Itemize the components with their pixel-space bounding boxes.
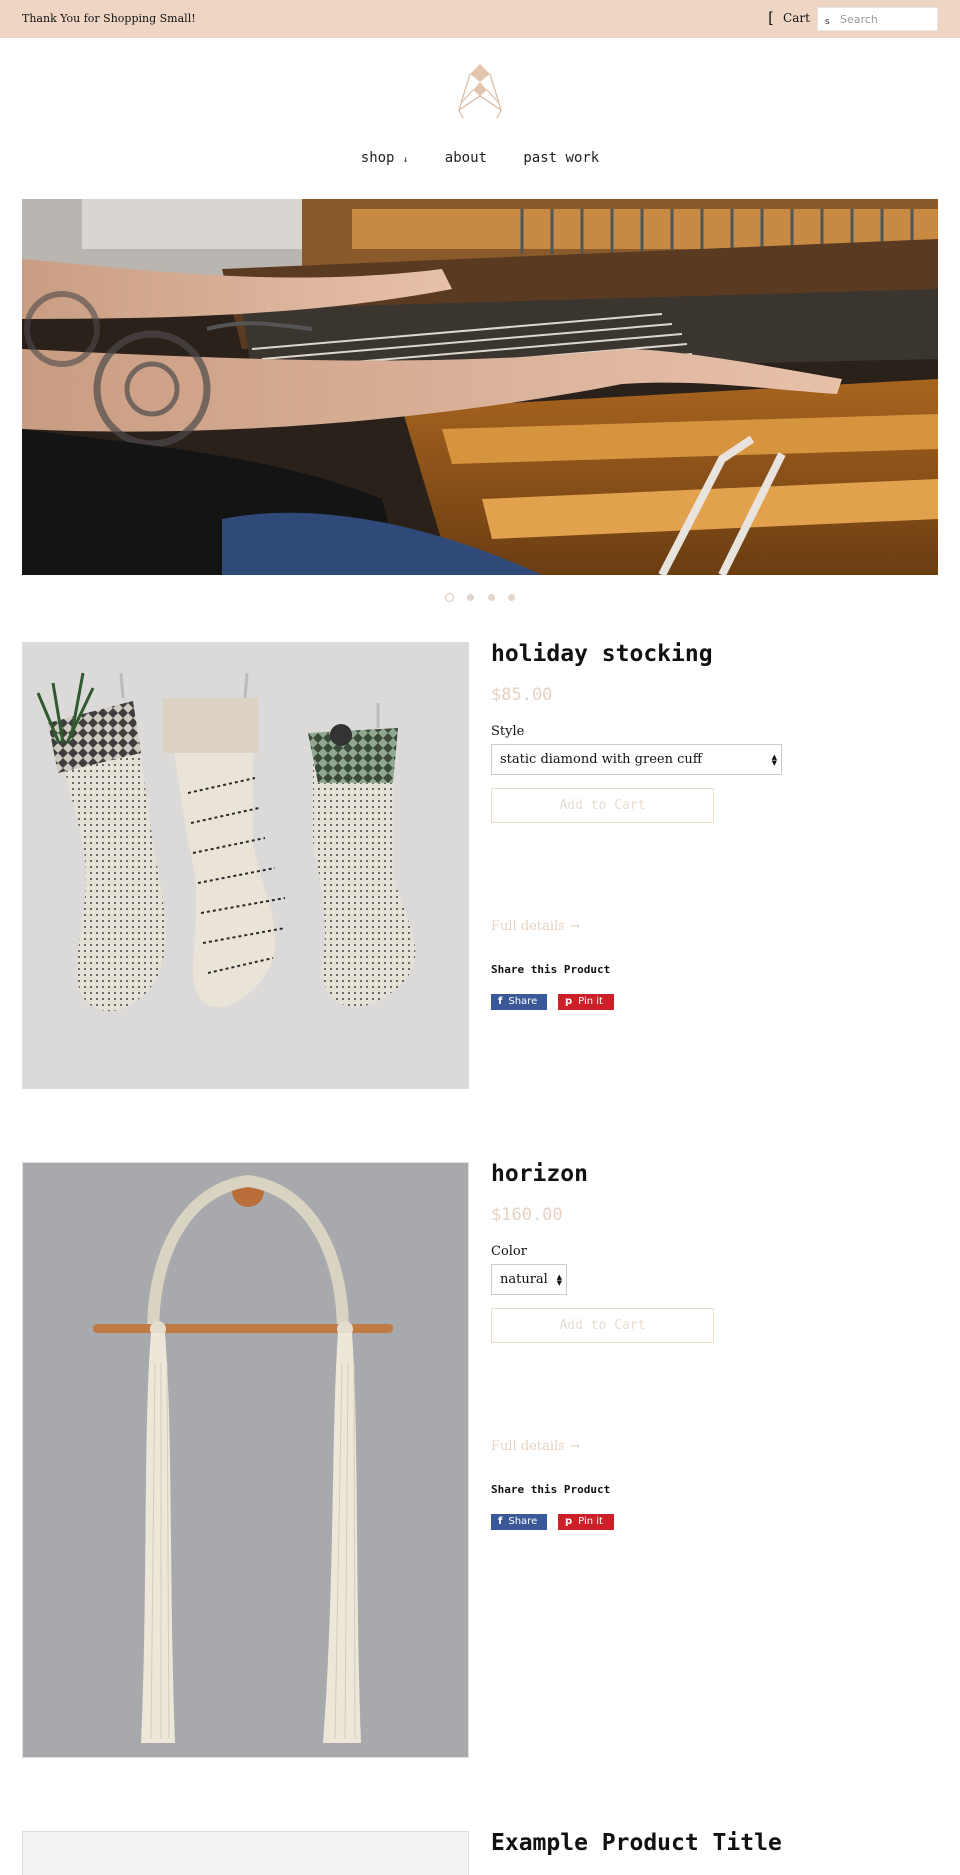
pinterest-icon: p bbox=[565, 996, 573, 1007]
product-title[interactable]: Example Product Title bbox=[491, 1830, 782, 1856]
pinterest-pin-button[interactable]: p Pin it bbox=[558, 1514, 614, 1530]
add-to-cart-button[interactable]: Add to Cart bbox=[491, 1308, 714, 1343]
product-option-label: Style bbox=[491, 724, 525, 739]
share-title: Share this Product bbox=[491, 1483, 611, 1496]
share-title: Share this Product bbox=[491, 963, 611, 976]
style-select-value: static diamond with green cuff bbox=[500, 752, 702, 767]
slide-dot-3[interactable] bbox=[487, 594, 495, 601]
nav-item-shop[interactable]: shop ↓ bbox=[361, 150, 409, 166]
main-nav: shop ↓ about past work bbox=[0, 150, 960, 174]
select-arrows-icon: ▲ ▼ bbox=[771, 753, 777, 767]
product-image-horizon[interactable] bbox=[22, 1162, 469, 1758]
cart-label: Cart bbox=[783, 11, 810, 25]
product-price: $160.00 bbox=[491, 1205, 563, 1225]
slideshow-pagination bbox=[0, 587, 960, 602]
cart-link[interactable]: [ Cart bbox=[766, 9, 810, 27]
pinterest-pin-label: Pin it bbox=[578, 1516, 603, 1527]
select-arrows-icon: ▲ ▼ bbox=[556, 1273, 562, 1287]
hero-slide-image[interactable] bbox=[22, 199, 938, 575]
product-image-placeholder[interactable] bbox=[22, 1831, 469, 1875]
full-details-link[interactable]: Full details → bbox=[491, 919, 580, 934]
facebook-share-button[interactable]: f Share bbox=[491, 994, 547, 1010]
slide-dot-2[interactable] bbox=[467, 594, 475, 601]
product-option-label: Color bbox=[491, 1244, 527, 1259]
full-details-link[interactable]: Full details → bbox=[491, 1439, 580, 1454]
search-input[interactable] bbox=[840, 11, 934, 27]
facebook-share-label: Share bbox=[508, 996, 538, 1007]
add-to-cart-button[interactable]: Add to Cart bbox=[491, 788, 714, 823]
nav-item-label: shop bbox=[360, 150, 395, 166]
cart-icon: [ bbox=[766, 9, 776, 27]
facebook-icon: f bbox=[498, 996, 503, 1007]
nav-item-past-work[interactable]: past work bbox=[523, 150, 599, 166]
announcement-bar: Thank You for Shopping Small! [ Cart s bbox=[0, 0, 960, 38]
product-title[interactable]: horizon bbox=[491, 1161, 588, 1187]
weaving-loom-photo bbox=[22, 199, 938, 575]
store-logo[interactable] bbox=[454, 60, 506, 122]
color-select[interactable]: natural ▲ ▼ bbox=[491, 1264, 567, 1295]
diamond-logo-icon bbox=[457, 64, 503, 119]
product-price: $85.00 bbox=[491, 685, 553, 705]
slide-dot-4[interactable] bbox=[507, 594, 515, 601]
search-icon: s bbox=[825, 17, 830, 27]
search-box[interactable]: s bbox=[817, 7, 938, 31]
horizon-wall-hanging-photo bbox=[23, 1163, 468, 1757]
pinterest-pin-label: Pin it bbox=[578, 996, 603, 1007]
facebook-share-button[interactable]: f Share bbox=[491, 1514, 547, 1530]
facebook-icon: f bbox=[498, 1516, 503, 1527]
pinterest-icon: p bbox=[565, 1516, 573, 1527]
slide-dot-1[interactable] bbox=[445, 593, 455, 602]
pinterest-pin-button[interactable]: p Pin it bbox=[558, 994, 614, 1010]
announcement-message: Thank You for Shopping Small! bbox=[22, 12, 196, 25]
chevron-down-icon: ↓ bbox=[402, 155, 409, 165]
color-select-value: natural bbox=[500, 1272, 548, 1287]
stockings-photo bbox=[23, 643, 468, 1088]
nav-item-about[interactable]: about bbox=[445, 150, 487, 166]
product-image-holiday-stocking[interactable] bbox=[22, 642, 469, 1089]
product-title[interactable]: holiday stocking bbox=[491, 641, 713, 667]
facebook-share-label: Share bbox=[508, 1516, 538, 1527]
style-select[interactable]: static diamond with green cuff ▲ ▼ bbox=[491, 744, 782, 775]
